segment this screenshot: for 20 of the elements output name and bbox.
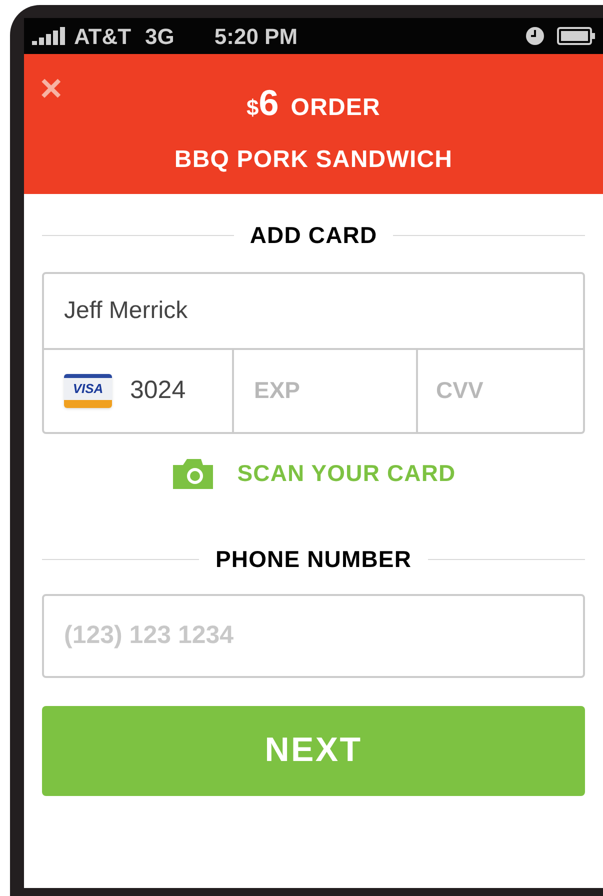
section-heading: PHONE NUMBER xyxy=(215,545,412,574)
network-type: 3G xyxy=(145,22,174,50)
order-label: ORDER xyxy=(290,93,380,123)
carrier-name: AT&T xyxy=(74,22,132,50)
visa-logo: VISA xyxy=(64,374,112,408)
next-button[interactable]: NEXT xyxy=(42,706,585,796)
signal-icon xyxy=(32,27,66,45)
camera-icon xyxy=(171,456,216,489)
expiry-field[interactable]: EXP xyxy=(234,350,418,434)
scan-card-link[interactable]: SCAN YOUR CARD xyxy=(171,456,456,490)
order-item-title: BBQ PORK SANDWICH xyxy=(174,145,453,175)
card-number-field[interactable]: VISA 3024 xyxy=(42,350,234,434)
close-button[interactable]: × xyxy=(40,70,62,108)
cvv-field[interactable]: CVV xyxy=(418,350,585,434)
order-price: $6 xyxy=(246,81,279,125)
section-heading: ADD CARD xyxy=(250,221,378,250)
name-field[interactable]: Jeff Merrick xyxy=(42,272,585,350)
status-time: 5:20 PM xyxy=(214,22,298,50)
clock-icon xyxy=(525,26,545,46)
battery-icon xyxy=(557,27,595,45)
